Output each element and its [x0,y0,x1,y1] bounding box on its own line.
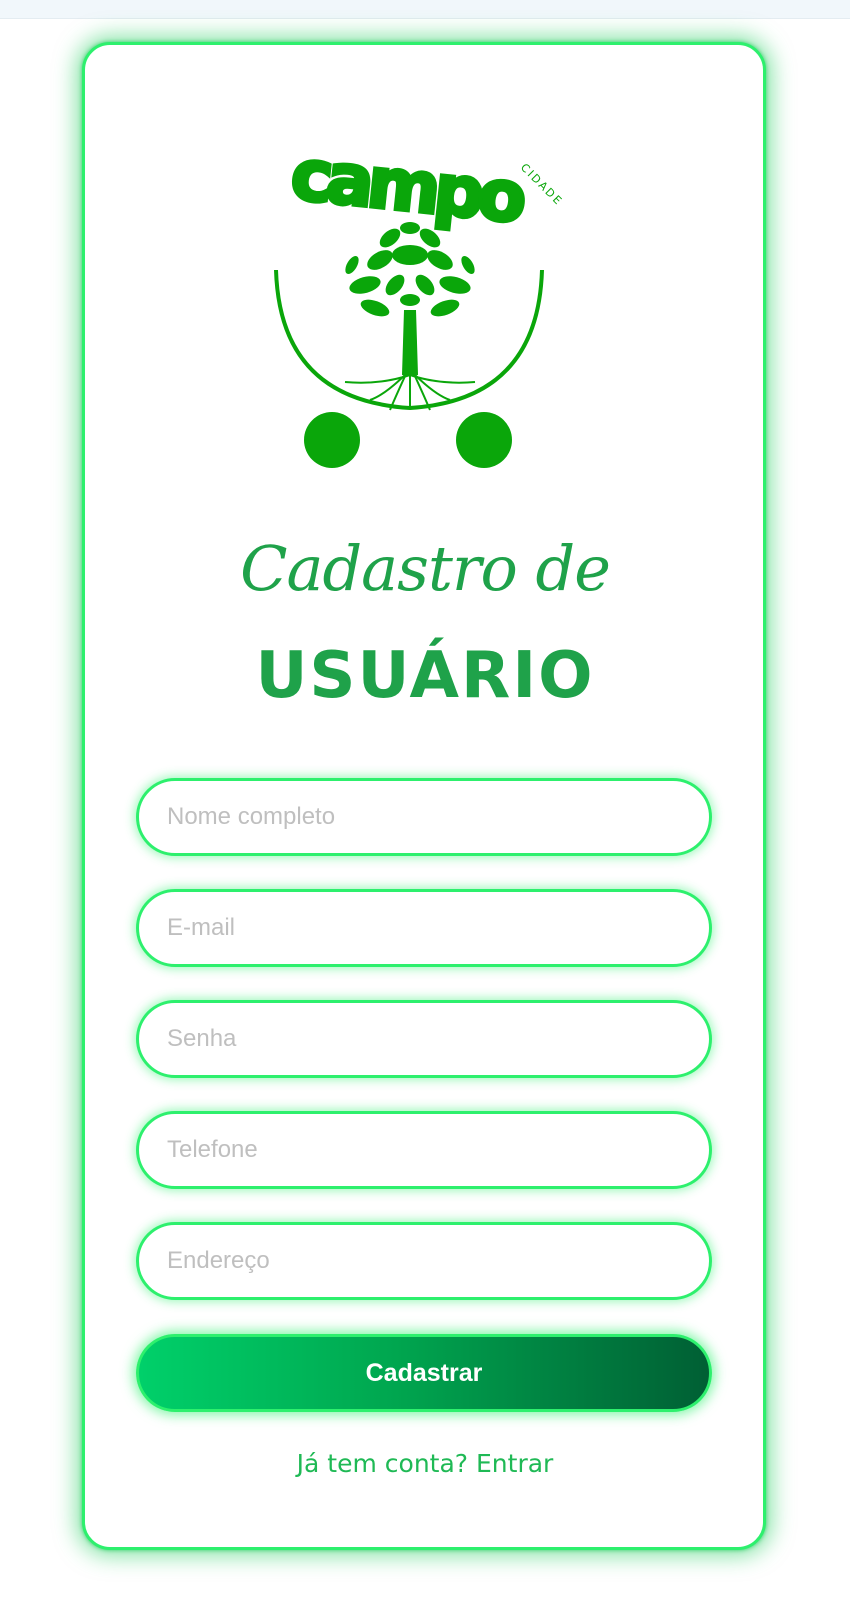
address-field[interactable] [136,1222,712,1300]
page-title: USUÁRIO [255,639,595,713]
logo-subword: CIDADE [518,161,565,208]
page-title-script: Cadastro de [240,532,611,605]
password-field[interactable] [136,1000,712,1078]
register-button[interactable]: Cadastrar [136,1334,712,1412]
campo-cidade-logo: campo CIDADE [274,150,565,468]
login-link[interactable]: Já tem conta? Entrar [0,1449,850,1479]
phone-field[interactable] [136,1111,712,1189]
email-field[interactable] [136,889,712,967]
full-name-field[interactable] [136,778,712,856]
browser-top-bar [0,0,850,19]
